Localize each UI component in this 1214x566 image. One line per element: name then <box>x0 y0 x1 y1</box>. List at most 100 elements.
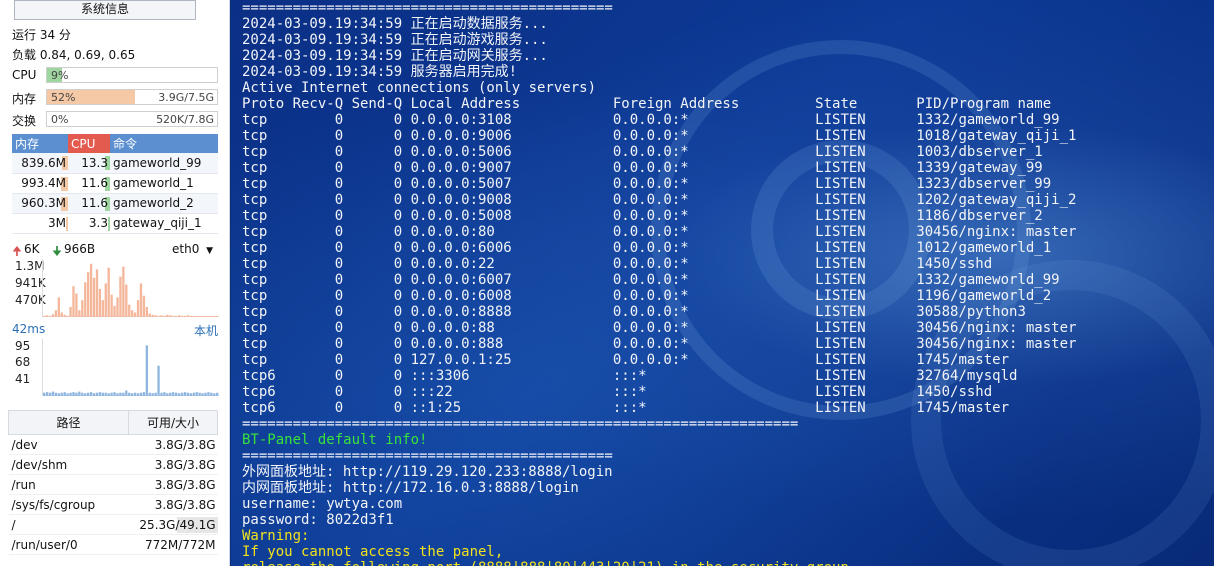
meter-box: 52% 3.9G/7.5G <box>46 89 218 105</box>
disk-path: /dev/shm <box>8 454 129 475</box>
column-header-command[interactable]: 命令 <box>110 134 218 153</box>
process-row[interactable]: 993.4M 11.6 gameworld_1 <box>12 173 218 194</box>
chart-bar <box>45 392 49 396</box>
chart-bar <box>92 277 96 317</box>
terminal-line: tcp 0 0 0.0.0.0:22 0.0.0.0:* LISTEN 1450… <box>242 256 993 272</box>
chart-bar <box>166 314 169 317</box>
chart-bar <box>172 392 175 396</box>
process-row[interactable]: 3M 3.3 gateway_qiji_1 <box>12 213 218 234</box>
chart-bar <box>189 393 192 396</box>
terminal-line: Active Internet connections (only server… <box>242 80 597 96</box>
chart-bar <box>148 392 151 396</box>
disk-row[interactable]: /sys/fs/cgroup 3.8G/3.8G <box>8 494 218 515</box>
disk-size: 772M/772M <box>128 534 218 555</box>
system-info-button[interactable]: 系统信息 <box>14 0 196 20</box>
chart-bar <box>192 392 195 396</box>
upload-speed: 6K <box>24 242 40 256</box>
chart-bar <box>136 393 140 396</box>
cpu-meter: CPU 9% <box>12 67 218 84</box>
chart-bar <box>101 300 104 317</box>
process-mem-cell: 3M <box>12 213 68 234</box>
terminal-line: 2024-03-09.19:34:59 正在启动数据服务... <box>242 16 548 32</box>
ping-latency: 42ms <box>12 322 46 336</box>
terminal-line: tcp 0 0 127.0.0.1:25 0.0.0.0:* LISTEN 17… <box>242 352 1010 368</box>
disk-size-text: 3.8G/3.8G <box>154 437 216 452</box>
chart-bar <box>119 276 122 317</box>
load-text: 负载 0.84, 0.69, 0.65 <box>12 48 136 62</box>
chart-bar <box>131 310 134 317</box>
chart-bar <box>154 392 157 396</box>
chart-bar <box>66 393 69 396</box>
chart-bar <box>78 310 81 317</box>
chart-bar <box>186 315 190 317</box>
meter-usage: 520K/7.8G <box>156 113 214 126</box>
process-cpu: 13.3 <box>81 155 108 170</box>
disk-size-text: 3.8G/3.8G <box>154 497 216 512</box>
chart-bar <box>148 313 151 317</box>
terminal-line: tcp6 0 0 :::3306 :::* LISTEN 32764/mysql… <box>242 368 1018 384</box>
chart-bar <box>210 315 213 317</box>
chevron-down-icon: ▼ <box>206 246 214 256</box>
disk-row[interactable]: /dev/shm 3.8G/3.8G <box>8 454 218 475</box>
disk-row[interactable]: / 25.3G/49.1G <box>8 514 218 535</box>
chart-bar <box>125 390 128 396</box>
chart-bar <box>60 312 63 317</box>
column-header-cpu[interactable]: CPU <box>68 134 110 153</box>
disk-table: 路径 可用/大小 /dev 3.8G/3.8G/dev/shm 3.8G/3.8G /… <box>8 410 218 555</box>
disk-row[interactable]: /run/user/0 772M/772M <box>8 534 218 555</box>
disk-path: /dev <box>8 434 129 455</box>
terminal-line: tcp 0 0 0.0.0.0:3108 0.0.0.0:* LISTEN 13… <box>242 112 1060 128</box>
swap-meter: 交换 0% 520K/7.8G <box>12 111 218 128</box>
chart-bar <box>175 392 178 396</box>
chart-bar <box>180 392 184 396</box>
ping-chart-svg <box>43 345 219 396</box>
chart-bar <box>116 393 119 396</box>
process-row[interactable]: 839.6M 13.3 gameworld_99 <box>12 153 218 174</box>
chart-bar <box>116 297 119 317</box>
meter-label: 内存 <box>12 92 37 106</box>
column-header-memory[interactable]: 内存 <box>12 134 68 153</box>
disk-row[interactable]: /dev 3.8G/3.8G <box>8 434 218 455</box>
chart-bar <box>104 392 107 396</box>
ping-chart <box>42 339 219 396</box>
chart-bar <box>139 392 143 396</box>
ping-host[interactable]: 本机 <box>194 322 218 339</box>
terminal-line: tcp 0 0 0.0.0.0:6007 0.0.0.0:* LISTEN 13… <box>242 272 1060 288</box>
terminal-line: BT-Panel default info! <box>242 432 428 448</box>
process-mem-cell: 993.4M <box>12 173 68 194</box>
chart-bar <box>192 315 195 317</box>
ping-ytick: 41 <box>15 372 31 386</box>
chart-bar <box>128 392 131 396</box>
disk-row[interactable]: /run 3.8G/3.8G <box>8 474 218 495</box>
terminal-line: username: ywtya.com <box>242 496 403 512</box>
network-header: 🠉 6K 🠋 966B eth0 ▼ <box>12 241 218 259</box>
interface-select[interactable]: eth0 ▼ <box>172 242 213 256</box>
chart-bar <box>81 300 84 317</box>
chart-bar <box>204 315 207 317</box>
chart-bar <box>183 315 187 317</box>
process-mem: 3M <box>48 216 66 230</box>
disk-size-text: 25.3G/49.1G <box>139 517 216 532</box>
chart-bar <box>131 393 134 396</box>
chart-bar <box>213 315 216 317</box>
chart-bar <box>172 315 175 317</box>
process-mem: 960.3M <box>21 196 66 210</box>
chart-bar <box>113 392 116 396</box>
chart-bar <box>110 294 113 317</box>
terminal[interactable]: ========================================… <box>231 0 1214 566</box>
chart-bar <box>201 393 204 396</box>
process-row[interactable]: 960.3M 11.6 gameworld_2 <box>12 193 218 214</box>
chart-bar <box>160 392 163 396</box>
chart-bar <box>133 312 137 317</box>
process-mem: 839.6M <box>21 155 66 170</box>
terminal-line: Proto Recv-Q Send-Q Local Address Foreig… <box>242 96 1052 112</box>
terminal-line: tcp6 0 0 :::22 :::* LISTEN 1450/sshd <box>242 384 993 400</box>
chart-bar <box>107 393 110 396</box>
ping-header: 42ms 本机 <box>12 322 218 338</box>
chart-bar <box>98 392 102 396</box>
chart-bar <box>160 315 163 317</box>
chart-bar <box>204 392 207 396</box>
chart-bar <box>95 269 99 317</box>
chart-bar <box>84 393 87 396</box>
chart-bar <box>154 315 157 317</box>
